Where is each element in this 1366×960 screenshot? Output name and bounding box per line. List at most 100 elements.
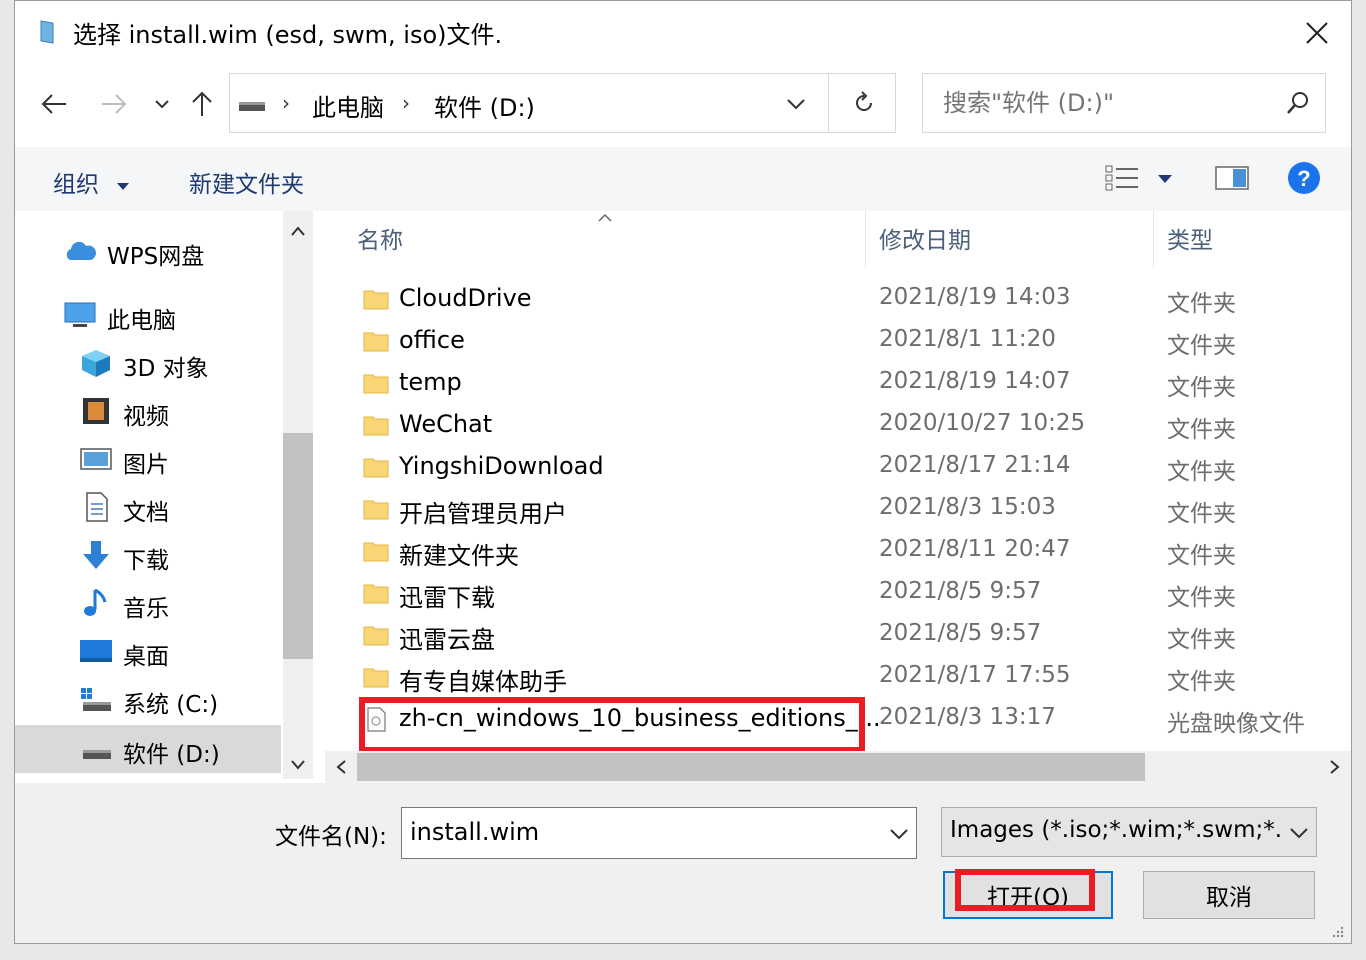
column-header-name[interactable]: 名称 xyxy=(357,221,403,255)
sidebar-item-label: WPS网盘 xyxy=(107,244,205,270)
scroll-down-icon[interactable] xyxy=(290,759,306,771)
scroll-left-icon[interactable] xyxy=(335,759,347,775)
chevron-down-icon[interactable] xyxy=(888,823,910,845)
help-icon[interactable]: ? xyxy=(1287,161,1321,195)
folder-icon xyxy=(363,626,389,646)
file-list-row[interactable]: YingshiDownload 2021/8/17 21:14 文件夹 xyxy=(359,447,1349,489)
refresh-button[interactable] xyxy=(842,86,886,120)
file-name[interactable]: 迅雷云盘 xyxy=(399,620,495,655)
sort-ascending-icon xyxy=(598,213,612,222)
scroll-up-icon[interactable] xyxy=(290,225,306,237)
file-name[interactable]: 有专自媒体助手 xyxy=(399,662,567,697)
chevron-down-icon xyxy=(1290,828,1308,839)
sidebar-scrollbar[interactable] xyxy=(283,211,313,779)
resize-grip-icon[interactable] xyxy=(1329,923,1345,939)
file-name[interactable]: 迅雷下载 xyxy=(399,578,495,613)
file-name[interactable]: zh-cn_windows_10_business_editions_... xyxy=(399,704,881,732)
file-name[interactable]: office xyxy=(399,326,465,354)
folder-icon xyxy=(363,374,389,394)
file-date: 2021/8/17 17:55 xyxy=(879,662,1071,688)
scroll-right-icon[interactable] xyxy=(1329,759,1341,775)
folder-icon xyxy=(363,542,389,562)
app-icon xyxy=(40,20,54,44)
recent-locations-button[interactable] xyxy=(145,87,179,121)
file-list-row[interactable]: zh-cn_windows_10_business_editions_... 20… xyxy=(359,699,1349,741)
column-divider[interactable] xyxy=(865,211,866,267)
cancel-button-label: 取消 xyxy=(1206,885,1252,911)
column-header-type[interactable]: 类型 xyxy=(1167,221,1213,255)
file-date: 2021/8/5 9:57 xyxy=(879,620,1042,646)
system-drive-icon xyxy=(81,688,111,711)
sidebar-item-label: 此电脑 xyxy=(107,308,176,334)
breadcrumb-drive-d[interactable]: 软件 (D:) xyxy=(434,88,535,123)
download-icon xyxy=(83,541,109,569)
preview-pane-icon[interactable] xyxy=(1215,165,1249,191)
file-name[interactable]: temp xyxy=(399,368,462,396)
file-name[interactable]: CloudDrive xyxy=(399,284,532,312)
file-type: 文件夹 xyxy=(1167,627,1236,653)
file-date: 2021/8/1 11:20 xyxy=(879,326,1056,352)
breadcrumb-this-pc[interactable]: 此电脑 xyxy=(312,88,384,123)
computer-icon xyxy=(64,302,96,327)
filename-input[interactable]: install.wim xyxy=(401,807,917,859)
file-list-row[interactable]: 开启管理员用户 2021/8/3 15:03 文件夹 xyxy=(359,489,1349,531)
back-button[interactable] xyxy=(37,87,71,121)
horizontal-scrollbar[interactable] xyxy=(325,751,1351,783)
view-options-dropdown-icon[interactable] xyxy=(1157,173,1173,185)
sidebar-item-label: 系统 (C:) xyxy=(123,692,219,718)
file-name[interactable]: 新建文件夹 xyxy=(399,536,519,571)
file-list-row[interactable]: temp 2021/8/19 14:07 文件夹 xyxy=(359,363,1349,405)
file-date: 2021/8/19 14:07 xyxy=(879,368,1071,394)
filetype-select[interactable]: Images (*.iso;*.wim;*.swm;*.e xyxy=(941,807,1317,857)
drive-icon xyxy=(239,102,265,111)
file-type: 文件夹 xyxy=(1167,459,1236,485)
sidebar-item-label: 音乐 xyxy=(123,596,169,622)
scrollbar-thumb[interactable] xyxy=(283,433,313,659)
sidebar-item-label: 文档 xyxy=(123,500,169,526)
file-date: 2020/10/27 10:25 xyxy=(879,410,1086,436)
file-list-row[interactable]: 有专自媒体助手 2021/8/17 17:55 文件夹 xyxy=(359,657,1349,699)
file-name[interactable]: WeChat xyxy=(399,410,492,438)
folder-icon xyxy=(363,458,389,478)
search-input[interactable] xyxy=(941,88,1265,118)
folder-icon xyxy=(363,332,389,352)
organize-label: 组织 xyxy=(53,172,99,198)
search-box[interactable] xyxy=(922,73,1326,133)
chevron-down-icon[interactable] xyxy=(784,92,808,116)
file-list-row[interactable]: WeChat 2020/10/27 10:25 文件夹 xyxy=(359,405,1349,447)
column-header-date[interactable]: 修改日期 xyxy=(879,221,971,255)
open-button[interactable]: 打开(O) xyxy=(943,871,1113,919)
drive-icon xyxy=(83,750,111,759)
file-list-row[interactable]: office 2021/8/1 11:20 文件夹 xyxy=(359,321,1349,363)
sidebar-item-label: 3D 对象 xyxy=(123,356,209,382)
details-view-icon[interactable] xyxy=(1105,163,1139,193)
picture-icon xyxy=(80,448,112,470)
filename-value[interactable]: install.wim xyxy=(410,818,539,846)
file-list-row[interactable]: 迅雷下载 2021/8/5 9:57 文件夹 xyxy=(359,573,1349,615)
file-list-row[interactable]: 新建文件夹 2021/8/11 20:47 文件夹 xyxy=(359,531,1349,573)
command-bar: 组织 新建文件夹 ? xyxy=(15,147,1351,211)
up-button[interactable] xyxy=(185,87,219,121)
column-divider[interactable] xyxy=(1153,211,1154,267)
close-button[interactable] xyxy=(1297,13,1337,53)
file-type: 文件夹 xyxy=(1167,669,1236,695)
new-folder-button[interactable]: 新建文件夹 xyxy=(189,165,304,199)
cloud-icon xyxy=(66,241,96,260)
forward-button[interactable] xyxy=(97,87,131,121)
arrow-left-icon xyxy=(41,94,66,114)
sidebar-item-label: 视频 xyxy=(123,404,169,430)
file-list-row[interactable]: CloudDrive 2021/8/19 14:03 文件夹 xyxy=(359,279,1349,321)
cancel-button[interactable]: 取消 xyxy=(1143,871,1315,919)
folder-icon xyxy=(363,290,389,310)
breadcrumb-separator: › xyxy=(282,91,290,115)
organize-button[interactable]: 组织 xyxy=(53,165,130,199)
document-icon xyxy=(86,492,108,522)
scrollbar-thumb[interactable] xyxy=(357,753,1145,781)
file-name[interactable]: 开启管理员用户 xyxy=(399,494,567,529)
file-list-row[interactable]: 迅雷云盘 2021/8/5 9:57 文件夹 xyxy=(359,615,1349,657)
folder-icon xyxy=(363,584,389,604)
search-icon[interactable] xyxy=(1285,90,1311,116)
address-bar[interactable]: › 此电脑 › 软件 (D:) xyxy=(229,73,896,133)
window-title: 选择 install.wim (esd, swm, iso)文件. xyxy=(73,21,503,49)
file-name[interactable]: YingshiDownload xyxy=(399,452,604,480)
